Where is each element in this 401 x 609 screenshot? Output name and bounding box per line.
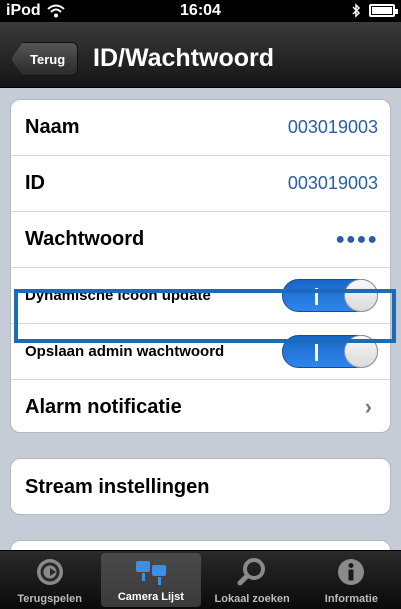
stream-row[interactable]: Stream instellingen — [11, 459, 390, 514]
alarm-row[interactable]: Alarm notificatie › — [11, 380, 390, 432]
replay-icon — [36, 559, 63, 585]
toggle-knob — [344, 279, 378, 312]
id-row[interactable]: ID 003019003 — [11, 156, 390, 212]
tab-bar: Terugspelen Camera Lijst Lokaal zoeken I… — [0, 550, 401, 609]
tab-local-search[interactable]: Lokaal zoeken — [203, 551, 302, 609]
tab-label: Camera Lijst — [117, 591, 184, 603]
save-admin-row: Opslaan admin wachtwoord — [11, 324, 390, 380]
name-row[interactable]: Naam 003019003 — [11, 100, 390, 156]
password-value: ●●●● — [335, 230, 378, 248]
tab-label: Terugspelen — [17, 593, 82, 605]
stream-group: Stream instellingen — [10, 458, 391, 515]
id-value: 003019003 — [287, 173, 378, 193]
name-label: Naam — [25, 116, 80, 138]
settings-content[interactable]: Naam 003019003 ID 003019003 Wachtwoord ●… — [0, 88, 401, 550]
camera-list-icon — [135, 561, 166, 585]
dynamic-icon-row: Dynamische icoon update — [11, 268, 390, 324]
battery-icon — [369, 4, 398, 17]
search-icon — [237, 558, 266, 586]
chevron-right-icon: › — [364, 394, 372, 419]
tab-information[interactable]: Informatie — [302, 551, 401, 609]
dynamic-icon-toggle[interactable] — [282, 279, 378, 312]
toggle-on-mark — [315, 288, 318, 305]
bluetooth-icon — [352, 3, 361, 18]
status-right — [351, 3, 398, 18]
stream-label: Stream instellingen — [25, 476, 210, 498]
next-group — [10, 540, 391, 550]
status-time: 16:04 — [180, 2, 221, 19]
save-admin-label: Opslaan admin wachtwoord — [25, 343, 225, 360]
tab-label: Informatie — [324, 593, 378, 605]
toggle-on-mark — [315, 344, 318, 361]
password-label: Wachtwoord — [25, 228, 145, 250]
id-label: ID — [25, 172, 45, 194]
status-bar: iPod 16:04 — [0, 0, 401, 22]
name-value: 003019003 — [287, 117, 378, 137]
toggle-knob — [344, 335, 378, 368]
navigation-bar: Terug ID/Wachtwoord — [0, 22, 401, 88]
info-icon — [338, 559, 365, 585]
page-title: ID/Wachtwoord — [93, 44, 275, 72]
tab-label: Lokaal zoeken — [214, 593, 290, 605]
dynamic-icon-label: Dynamische icoon update — [25, 287, 211, 304]
credentials-group: Naam 003019003 ID 003019003 Wachtwoord ●… — [10, 99, 391, 433]
tab-replay[interactable]: Terugspelen — [0, 551, 99, 609]
alarm-label: Alarm notificatie — [25, 395, 182, 418]
password-row[interactable]: Wachtwoord ●●●● — [11, 212, 390, 268]
tab-camera-list[interactable]: Camera Lijst — [101, 553, 201, 607]
back-button[interactable]: Terug — [11, 42, 79, 76]
save-admin-toggle[interactable] — [282, 335, 378, 368]
